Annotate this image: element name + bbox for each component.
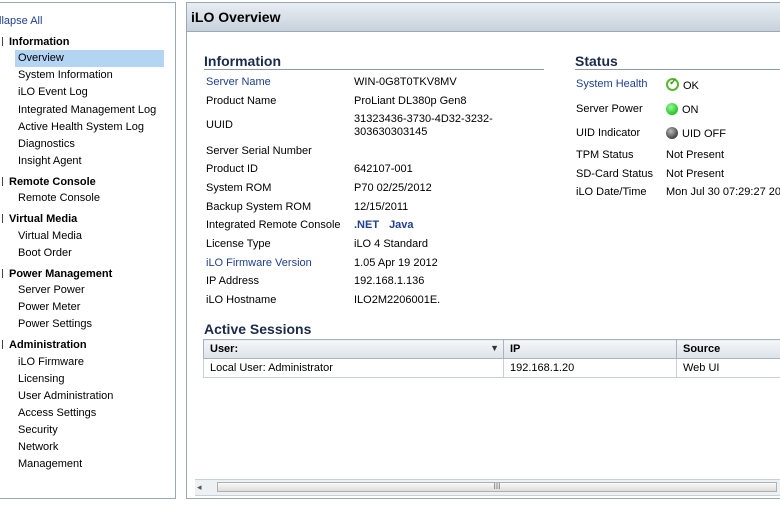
nav-power-settings[interactable]: Power Settings: [17, 316, 163, 333]
nav-active-health-system-log[interactable]: Active Health System Log: [17, 119, 163, 136]
check-icon: ✓: [666, 77, 679, 91]
uuid-value-line1: 31323436-3730-4D32-3232-: [354, 113, 493, 125]
java-console-link[interactable]: Java: [389, 219, 413, 231]
nav-remote-console[interactable]: Remote Console: [17, 190, 163, 207]
nav-system-information[interactable]: System Information: [17, 67, 163, 84]
nav-ilo-event-log[interactable]: iLO Event Log: [17, 84, 163, 101]
product-id-value: 642107-001: [354, 163, 413, 175]
main-panel: iLO Overview Information Server Name WIN…: [186, 2, 780, 499]
ilo-firmware-version-label[interactable]: iLO Firmware Version: [206, 257, 312, 269]
session-user-cell: Local User: Administrator: [203, 358, 504, 378]
section-toggle-icon[interactable]: [2, 214, 7, 223]
nav-diagnostics[interactable]: Diagnostics: [17, 136, 163, 153]
uuid-label: UUID: [206, 119, 233, 131]
session-ip-cell: 192.168.1.20: [503, 358, 677, 378]
system-health-value: ✓ OK: [666, 77, 699, 92]
session-source-cell: Web UI: [676, 358, 780, 378]
power-on-icon: [666, 103, 678, 115]
server-name-value: WIN-0G8T0TKV8MV: [354, 76, 457, 88]
uid-indicator-value: UID OFF: [666, 127, 726, 140]
license-type-value: iLO 4 Standard: [354, 238, 428, 250]
ip-column-header[interactable]: IP: [503, 339, 677, 359]
nav-access-settings[interactable]: Access Settings: [17, 405, 163, 422]
system-rom-label: System ROM: [206, 182, 272, 194]
horizontal-scrollbar[interactable]: ◂ III: [195, 479, 780, 496]
table-header-row: User: ▼ IP Source: [203, 339, 780, 359]
section-information[interactable]: Information: [9, 36, 70, 48]
ilo-date-time-value: Mon Jul 30 07:29:27 20: [666, 186, 780, 198]
integrated-remote-console-label: Integrated Remote Console: [206, 219, 341, 231]
nav-integrated-management-log[interactable]: Integrated Management Log: [17, 102, 163, 119]
user-column-label: User:: [210, 343, 239, 355]
sd-card-status-label: SD-Card Status: [576, 168, 654, 180]
nav-boot-order[interactable]: Boot Order: [17, 245, 163, 262]
dotnet-console-link[interactable]: .NET: [354, 219, 379, 231]
source-column-header[interactable]: Source: [676, 339, 780, 359]
license-type-label: License Type: [206, 238, 271, 250]
console-links: .NET Java: [354, 219, 424, 231]
ilo-hostname-label: iLO Hostname: [206, 294, 277, 306]
section-virtual-media[interactable]: Virtual Media: [9, 213, 77, 225]
section-remote-console[interactable]: Remote Console: [9, 176, 96, 188]
uid-off-icon: [666, 127, 678, 139]
product-name-value: ProLiant DL380p Gen8: [354, 95, 467, 107]
active-sessions-heading: Active Sessions: [204, 321, 312, 337]
navigation-sidebar: llapse All Information Overview System I…: [0, 2, 176, 499]
nav-management[interactable]: Management: [17, 456, 163, 473]
system-health-label[interactable]: System Health: [576, 78, 648, 90]
server-power-text: ON: [682, 104, 699, 116]
product-id-label: Product ID: [206, 163, 258, 175]
status-heading: Status: [575, 53, 618, 69]
uid-indicator-label: UID Indicator: [576, 127, 641, 139]
ilo-date-time-label: iLO Date/Time: [576, 186, 647, 198]
nav-power-meter[interactable]: Power Meter: [17, 299, 163, 316]
system-health-text: OK: [683, 80, 699, 92]
product-name-label: Product Name: [206, 95, 277, 107]
information-heading: Information: [204, 53, 281, 69]
server-serial-number-label: Server Serial Number: [206, 145, 312, 157]
active-sessions-table: User: ▼ IP Source Local User: Administra…: [203, 339, 780, 378]
section-toggle-icon[interactable]: [2, 340, 7, 349]
table-row[interactable]: Local User: Administrator 192.168.1.20 W…: [203, 358, 780, 378]
ip-address-label: IP Address: [206, 275, 259, 287]
server-power-label: Server Power: [576, 103, 643, 115]
section-toggle-icon[interactable]: [2, 269, 7, 278]
nav-security[interactable]: Security: [17, 422, 163, 439]
collapse-all-link[interactable]: llapse All: [0, 15, 42, 27]
nav-insight-agent[interactable]: Insight Agent: [17, 153, 163, 170]
ilo-firmware-version-value: 1.05 Apr 19 2012: [354, 257, 438, 269]
sd-card-status-value: Not Present: [666, 168, 725, 180]
ilo-hostname-value: ILO2M2206001E.: [354, 294, 441, 306]
section-toggle-icon[interactable]: [2, 177, 7, 186]
uid-indicator-text: UID OFF: [682, 128, 726, 140]
section-power-management[interactable]: Power Management: [9, 268, 112, 280]
nav-ilo-firmware[interactable]: iLO Firmware: [17, 354, 163, 371]
nav-licensing[interactable]: Licensing: [17, 371, 163, 388]
nav-server-power[interactable]: Server Power: [17, 282, 163, 299]
uuid-value-line2: 303630303145: [354, 126, 428, 138]
backup-system-rom-label: Backup System ROM: [206, 201, 312, 213]
section-administration[interactable]: Administration: [9, 339, 87, 351]
nav-network[interactable]: Network: [17, 439, 163, 456]
section-toggle-icon[interactable]: [2, 37, 7, 46]
backup-system-rom-value: 12/15/2011: [354, 201, 409, 213]
nav-user-administration[interactable]: User Administration: [17, 388, 163, 405]
user-column-header[interactable]: User: ▼: [203, 339, 504, 359]
nav-overview[interactable]: Overview: [15, 50, 164, 67]
scroll-left-arrow-icon[interactable]: ◂: [197, 482, 207, 492]
server-name-label[interactable]: Server Name: [206, 76, 271, 88]
server-power-value: ON: [666, 103, 699, 116]
tpm-status-value: Not Present: [666, 149, 725, 161]
information-divider: [204, 69, 544, 70]
filter-dropdown-icon[interactable]: ▼: [490, 343, 499, 353]
status-divider: [575, 69, 780, 70]
title-bar: iLO Overview: [187, 3, 780, 32]
system-rom-value: P70 02/25/2012: [354, 182, 432, 194]
ip-address-value: 192.168.1.136: [354, 275, 425, 287]
nav-virtual-media[interactable]: Virtual Media: [17, 228, 163, 245]
scrollbar-thumb[interactable]: III: [217, 482, 777, 492]
page-title: iLO Overview: [191, 9, 281, 25]
tpm-status-label: TPM Status: [576, 149, 634, 161]
